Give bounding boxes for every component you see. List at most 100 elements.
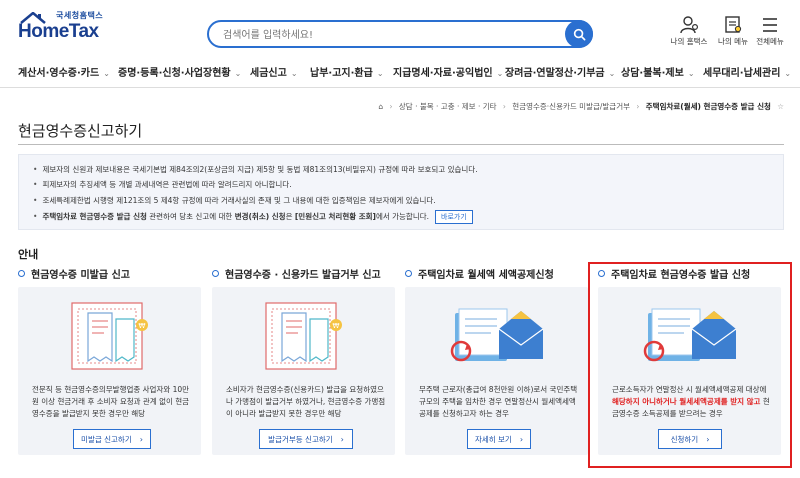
person-icon bbox=[680, 16, 699, 34]
circle-bullet-icon bbox=[18, 270, 25, 277]
search-box bbox=[207, 20, 593, 48]
card-description: 무주택 근로자(총급여 8천만원 이하)로서 국민주택 규모의 주택을 임차한 … bbox=[419, 385, 578, 418]
breadcrumb-separator: › bbox=[389, 102, 393, 111]
notice-text: 피제보자의 추징세액 등 개별 과세내역은 관련법에 따라 알려드리지 아니합니… bbox=[42, 180, 292, 189]
receipt-illustration: ₩ bbox=[265, 302, 342, 370]
logo-subtitle: 국세청홈택스 bbox=[56, 11, 104, 20]
no-issue-report-button[interactable]: 미발급 신고하기 › bbox=[73, 429, 151, 449]
notice-bold: 변경(취소) 신청 bbox=[234, 212, 286, 221]
card-heading: 현금영수증 미발급 신고 bbox=[18, 266, 130, 281]
notice-box: • 제보자의 신원과 제보내용은 국세기본법 제84조의2(포상금의 지급) 제5… bbox=[18, 154, 784, 230]
breadcrumb-separator: › bbox=[502, 102, 506, 111]
chevron-right-icon: › bbox=[139, 434, 143, 444]
card-description: 소비자가 현금영수증(신용카드) 발급을 요청하였으나 가맹점이 발급거부 하였… bbox=[226, 385, 386, 418]
notice-bold: 주택임차료 현금영수증 발급 신청 bbox=[42, 212, 147, 221]
nav-item-payment[interactable]: 납부·고지·환급 ⌄ bbox=[310, 64, 384, 79]
hometax-logo[interactable]: 국세청홈택스 HomeTax bbox=[18, 10, 108, 50]
nav-label: 장려금·연말정산·기부금 bbox=[505, 68, 605, 79]
bullet: • bbox=[33, 196, 38, 205]
nav-item-receipts[interactable]: 계산서·영수증·카드 ⌄ bbox=[18, 64, 110, 79]
shortcut-button[interactable]: 바로가기 bbox=[435, 210, 473, 224]
nav-label: 납부·고지·환급 bbox=[310, 68, 373, 79]
search-icon bbox=[573, 28, 585, 40]
card-refusal-report: ₩ 소비자가 현금영수증(신용카드) 발급을 요청하였으나 가맹점이 발급거부 … bbox=[212, 287, 395, 455]
nav-item-incentives[interactable]: 장려금·연말정산·기부금 ⌄ bbox=[505, 64, 615, 79]
notice-line: • 제보자의 신원과 제보내용은 국세기본법 제84조의2(포상금의 지급) 제5… bbox=[33, 164, 478, 175]
bullet: • bbox=[33, 165, 38, 174]
notice-line: • 조세특례제한법 시행령 제121조의 5 제4항 규정에 따라 거래사실의 존… bbox=[33, 195, 436, 206]
card-heading: 현금영수증 · 신용카드 발급거부 신고 bbox=[212, 266, 381, 281]
svg-text:₩: ₩ bbox=[333, 322, 340, 330]
button-label: 발급거부등 신고하기 bbox=[268, 434, 333, 444]
chevron-down-icon: ⌄ bbox=[103, 69, 110, 78]
title-divider bbox=[18, 144, 784, 145]
refusal-report-button[interactable]: 발급거부등 신고하기 › bbox=[259, 429, 353, 449]
nav-label: 세무대리·납세관리 bbox=[703, 68, 781, 79]
notice-text: 제보자의 신원과 제보내용은 국세기본법 제84조의2(포상금의 지급) 제5항… bbox=[42, 165, 478, 174]
card-no-issue-report: ₩ 전문직 등 현금영수증의무발행업종 사업자와 10만원 이상 현금거래 후 … bbox=[18, 287, 201, 455]
guide-heading: 안내 bbox=[18, 248, 39, 261]
all-menu-button[interactable]: 전체메뉴 bbox=[745, 16, 795, 52]
nav-item-tax-filing[interactable]: 세금신고 ⌄ bbox=[250, 64, 298, 79]
highlight-box bbox=[588, 262, 792, 468]
notice-line: • 피제보자의 추징세액 등 개별 과세내역은 관련법에 따라 알려드리지 아니합… bbox=[33, 179, 292, 190]
button-label: 미발급 신고하기 bbox=[81, 434, 132, 444]
nav-item-certificates[interactable]: 증명·등록·신청·사업장현황 ⌄ bbox=[118, 64, 241, 79]
breadcrumb-item[interactable]: 현금영수증·신용카드 미발급/발급거부 bbox=[512, 102, 630, 111]
card-description: 전문직 등 현금영수증의무발행업종 사업자와 10만원 이상 현금거래 후 소비… bbox=[32, 385, 190, 418]
main-nav: 계산서·영수증·카드 ⌄ 증명·등록·신청·사업장현황 ⌄ 세금신고 ⌄ 납부·고지·… bbox=[0, 56, 800, 88]
my-menu-icon bbox=[725, 16, 742, 33]
nav-item-tax-agent[interactable]: 세무대리·납세관리 ⌄ bbox=[703, 64, 791, 79]
chevron-down-icon: ⌄ bbox=[234, 69, 242, 78]
breadcrumb: ⌂ › 상담 · 불복 · 고충 · 제보 · 기타 › 현금영수증·신용카드 … bbox=[378, 101, 784, 112]
nav-label: 계산서·영수증·카드 bbox=[18, 68, 100, 79]
all-menu-label: 전체메뉴 bbox=[756, 37, 784, 46]
card-heading: 주택임차료 월세액 세액공제신청 bbox=[405, 266, 554, 281]
notice-bold: [민원신고 처리현황 조회] bbox=[294, 212, 376, 221]
star-icon[interactable]: ☆ bbox=[777, 102, 784, 111]
bullet: • bbox=[33, 212, 38, 221]
circle-bullet-icon bbox=[212, 270, 219, 277]
nav-label: 상담·불복·제보 bbox=[621, 68, 684, 79]
card-rent-tax-credit: 무주택 근로자(총급여 8천만원 이하)로서 국민주택 규모의 주택을 임차한 … bbox=[405, 287, 588, 455]
notice-line: • 주택임차료 현금영수증 발급 신청 관련하여 당초 신고에 대한 변경(취소)… bbox=[33, 210, 473, 224]
circle-bullet-icon bbox=[405, 270, 412, 277]
chevron-down-icon: ⌄ bbox=[496, 69, 504, 78]
search-input[interactable] bbox=[223, 26, 553, 44]
nav-label: 증명·등록·신청·사업장현황 bbox=[118, 68, 231, 79]
chevron-right-icon: › bbox=[340, 434, 344, 444]
notice-text: 조세특례제한법 시행령 제121조의 5 제4항 규정에 따라 거래사실의 존재… bbox=[42, 196, 436, 205]
home-icon[interactable]: ⌂ bbox=[378, 102, 383, 111]
chevron-down-icon: ⌄ bbox=[687, 69, 695, 78]
svg-text:₩: ₩ bbox=[139, 322, 146, 330]
chevron-down-icon: ⌄ bbox=[290, 69, 298, 78]
chevron-down-icon: ⌄ bbox=[608, 69, 616, 78]
hamburger-icon bbox=[763, 18, 777, 32]
nav-label: 지급명세·자료·공익법인 bbox=[393, 68, 493, 79]
card-title: 현금영수증 미발급 신고 bbox=[31, 270, 130, 281]
header: 국세청홈택스 HomeTax 나의 홈택스 나의 메뉴 bbox=[0, 0, 800, 56]
breadcrumb-current: 주택임차료(월세) 현금영수증 발급 신청 bbox=[645, 102, 771, 111]
notice-text: 관련하여 당초 신고에 대한 bbox=[146, 212, 235, 221]
view-details-button[interactable]: 자세히 보기 › bbox=[467, 429, 531, 449]
nav-item-consulting[interactable]: 상담·불복·제보 ⌄ bbox=[621, 64, 695, 79]
breadcrumb-item[interactable]: 상담 · 불복 · 고충 · 제보 · 기타 bbox=[399, 102, 497, 111]
rent-document-illustration bbox=[450, 308, 544, 362]
bullet: • bbox=[33, 180, 38, 189]
receipt-illustration: ₩ bbox=[71, 302, 148, 370]
logo-title: HomeTax bbox=[18, 21, 99, 42]
nav-item-statements[interactable]: 지급명세·자료·공익법인 ⌄ bbox=[393, 64, 503, 79]
notice-text: 에서 가능합니다. bbox=[375, 212, 430, 221]
page-title: 현금영수증신고하기 bbox=[18, 122, 143, 140]
my-hometax-button[interactable]: 나의 홈택스 bbox=[664, 16, 714, 52]
chevron-right-icon: › bbox=[519, 434, 524, 444]
my-hometax-label: 나의 홈택스 bbox=[670, 37, 708, 46]
breadcrumb-separator: › bbox=[636, 102, 640, 111]
search-button[interactable] bbox=[565, 20, 593, 48]
chevron-down-icon: ⌄ bbox=[376, 69, 384, 78]
card-title: 현금영수증 · 신용카드 발급거부 신고 bbox=[225, 270, 381, 281]
button-label: 자세히 보기 bbox=[474, 434, 512, 444]
notice-text: 은 bbox=[285, 212, 295, 221]
nav-label: 세금신고 bbox=[250, 68, 287, 79]
chevron-down-icon: ⌄ bbox=[784, 69, 792, 78]
